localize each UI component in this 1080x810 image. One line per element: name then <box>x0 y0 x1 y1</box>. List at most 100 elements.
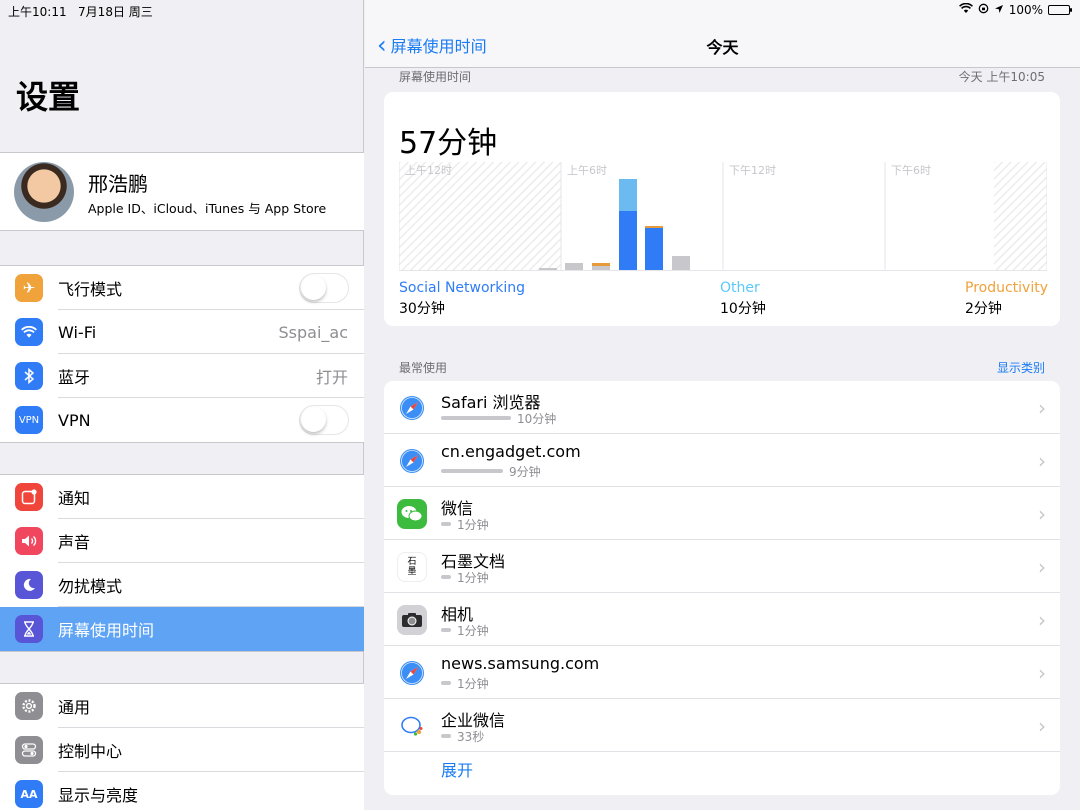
bluetooth-status: 打开 <box>315 368 348 387</box>
display-icon: AA <box>15 780 43 808</box>
sidebar-item-display-brightness[interactable]: AA 显示与亮度 <box>0 772 364 810</box>
sidebar-item-airplane-mode[interactable]: ✈ 飞行模式 <box>0 266 364 310</box>
sidebar-item-label: 通知 <box>58 489 91 508</box>
sidebar-item-label: 显示与亮度 <box>58 786 139 805</box>
chart-bar <box>645 226 663 228</box>
sidebar-item-label: 勿扰模式 <box>58 577 123 596</box>
list-item-engadget[interactable]: cn.engadget.com 9分钟 › <box>384 434 1060 487</box>
app-duration: 1分钟 <box>457 624 489 638</box>
wifi-icon <box>958 2 973 17</box>
app-duration: 1分钟 <box>457 677 489 691</box>
settings-group-connectivity: ✈ 飞行模式 Wi-Fi Sspai_ac 蓝牙 打开 VPN VPN <box>0 265 364 443</box>
profile-row[interactable]: 邢浩鹏 Apple ID、iCloud、iTunes 与 App Store <box>0 152 364 231</box>
chart-bar <box>539 268 557 270</box>
chart-bar <box>592 263 610 266</box>
sidebar-item-label: VPN <box>58 410 91 430</box>
usage-bar <box>441 575 451 579</box>
chart-bar <box>565 263 583 270</box>
status-bar: 上午10:11 7月18日 周三 100% <box>0 0 1080 20</box>
sidebar-item-control-center[interactable]: 控制中心 <box>0 728 364 772</box>
usage-bar <box>441 734 451 738</box>
chart-bar <box>645 228 663 270</box>
usage-bar <box>441 416 511 420</box>
settings-title: 设置 <box>16 78 81 116</box>
expand-button[interactable]: 展开 <box>441 757 473 781</box>
list-item-safari[interactable]: Safari 浏览器 10分钟 › <box>384 381 1060 434</box>
sidebar-item-label: 控制中心 <box>58 742 123 761</box>
show-categories-button[interactable]: 显示类别 <box>997 359 1045 376</box>
chevron-right-icon: › <box>1038 714 1046 738</box>
chart-tick-0: 上午12时 <box>405 164 452 177</box>
list-item-wechat[interactable]: 微信 1分钟 › <box>384 487 1060 540</box>
shimo-icon: 石墨 <box>397 552 427 582</box>
sidebar-item-bluetooth[interactable]: 蓝牙 打开 <box>0 354 364 398</box>
sidebar-item-vpn[interactable]: VPN VPN <box>0 398 364 442</box>
sidebar-item-screen-time[interactable]: 屏幕使用时间 <box>0 607 364 651</box>
app-duration: 10分钟 <box>517 412 557 426</box>
app-duration: 1分钟 <box>457 571 489 585</box>
chevron-right-icon: › <box>1038 396 1046 420</box>
battery-percent: 100% <box>1008 3 1043 17</box>
chevron-right-icon: › <box>1038 555 1046 579</box>
most-used-list: Safari 浏览器 10分钟 › cn.engadget.com 9分钟 › … <box>384 381 1060 795</box>
screen-time-section-header: 屏幕使用时间 <box>399 70 472 84</box>
settings-sidebar: 设置 邢浩鹏 Apple ID、iCloud、iTunes 与 App Stor… <box>0 0 364 810</box>
app-name: news.samsung.com <box>441 654 600 673</box>
total-screen-time: 57分钟 <box>399 126 498 161</box>
wifi-icon <box>15 318 43 346</box>
page-title: 今天 <box>706 38 739 57</box>
usage-bar <box>441 628 451 632</box>
notifications-icon <box>15 483 43 511</box>
airplane-mode-toggle[interactable] <box>299 273 349 303</box>
screen-time-detail: ‹ 屏幕使用时间 今天 屏幕使用时间 今天 上午10:05 57分钟 上午12时… <box>365 0 1080 810</box>
sidebar-item-label: 声音 <box>58 533 91 552</box>
legend-other: Other 10分钟 <box>720 280 766 317</box>
chevron-right-icon: › <box>1038 608 1046 632</box>
legend-social-networking: Social Networking 30分钟 <box>399 280 526 317</box>
chevron-right-icon: › <box>1038 661 1046 685</box>
usage-chart: 上午12时 上午6时 下午12时 下午6时 <box>399 162 1047 271</box>
chart-tick-3: 下午6时 <box>891 164 931 177</box>
list-item-shimo[interactable]: 石墨 石墨文档 1分钟 › <box>384 540 1060 593</box>
sidebar-item-general[interactable]: 通用 <box>0 684 364 728</box>
airplane-icon: ✈ <box>15 274 43 302</box>
safari-icon <box>397 658 427 688</box>
last-updated: 今天 上午10:05 <box>958 70 1045 84</box>
usage-bar <box>441 681 451 685</box>
speaker-icon <box>15 527 43 555</box>
sidebar-item-label: 通用 <box>58 698 91 717</box>
wechat-icon <box>397 499 427 529</box>
sidebar-item-do-not-disturb[interactable]: 勿扰模式 <box>0 563 364 607</box>
most-used-header: 最常使用 <box>399 361 448 375</box>
chart-tick-1: 上午6时 <box>567 164 607 177</box>
sidebar-item-label: 屏幕使用时间 <box>58 621 155 640</box>
chevron-right-icon: › <box>1038 449 1046 473</box>
sidebar-item-label: 飞行模式 <box>58 280 123 299</box>
settings-group-system: 通知 声音 勿扰模式 屏幕使用时间 <box>0 474 364 652</box>
profile-subtitle: Apple ID、iCloud、iTunes 与 App Store <box>88 201 327 216</box>
vpn-toggle[interactable] <box>299 405 349 435</box>
settings-group-general: 通用 控制中心 AA 显示与亮度 <box>0 683 364 810</box>
usage-bar <box>441 522 451 526</box>
orientation-lock-icon <box>978 3 989 17</box>
list-item-camera[interactable]: 相机 1分钟 › <box>384 593 1060 646</box>
battery-icon <box>1048 5 1072 15</box>
safari-icon <box>397 393 427 423</box>
app-duration: 1分钟 <box>457 518 489 532</box>
chevron-right-icon: › <box>1038 502 1046 526</box>
sidebar-item-wifi[interactable]: Wi-Fi Sspai_ac <box>0 310 364 354</box>
safari-icon <box>397 446 427 476</box>
list-item-wework[interactable]: 企业微信 33秒 › <box>384 699 1060 752</box>
list-item-samsung-news[interactable]: news.samsung.com 1分钟 › <box>384 646 1060 699</box>
usage-summary-card[interactable]: 57分钟 上午12时 上午6时 下午12时 下午6时 Social Networ… <box>384 92 1060 326</box>
moon-icon <box>15 571 43 599</box>
status-date: 7月18日 周三 <box>78 5 153 19</box>
gear-icon <box>15 692 43 720</box>
chart-bar <box>619 179 637 211</box>
sidebar-item-notifications[interactable]: 通知 <box>0 475 364 519</box>
chart-tick-2: 下午12时 <box>729 164 776 177</box>
sidebar-item-label: Wi-Fi <box>58 322 97 342</box>
sidebar-item-sounds[interactable]: 声音 <box>0 519 364 563</box>
app-name: cn.engadget.com <box>441 442 581 461</box>
switches-icon <box>15 736 43 764</box>
